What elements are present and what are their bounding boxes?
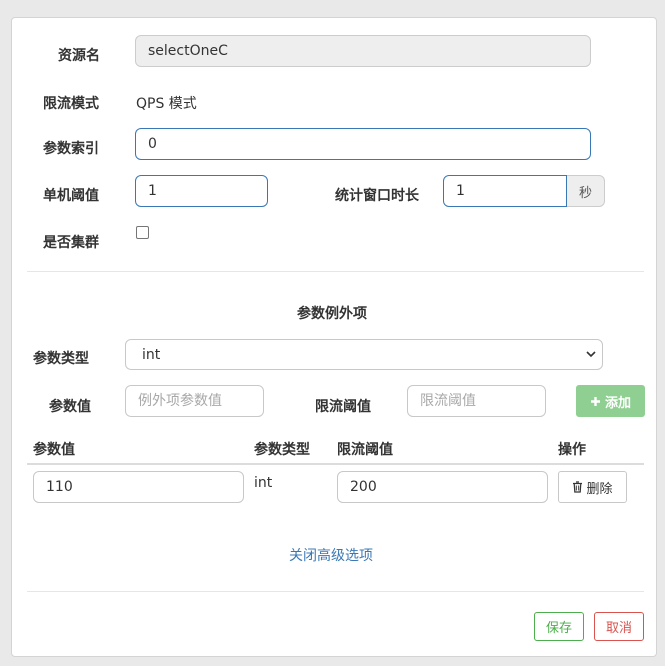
param-type-select[interactable]: int (125, 339, 603, 370)
divider-top (27, 271, 644, 272)
window-unit-addon: 秒 (567, 175, 605, 207)
toggle-advanced-link[interactable]: 关闭高级选项 (289, 545, 373, 565)
param-value-label: 参数值 (49, 399, 91, 415)
add-exception-button[interactable]: 添加 (576, 385, 645, 417)
param-value-input[interactable] (125, 385, 264, 417)
table-header-value: 参数值 (33, 442, 75, 458)
single-threshold-label: 单机阈值 (43, 188, 99, 204)
window-duration-input[interactable] (443, 175, 567, 207)
param-index-input[interactable] (135, 128, 591, 160)
plus-icon (590, 396, 601, 407)
flow-mode-value: QPS 模式 (136, 96, 197, 112)
single-threshold-input[interactable] (135, 175, 268, 207)
chevron-down-icon (586, 349, 596, 359)
resource-name-label: 资源名 (58, 48, 100, 64)
table-row: int 删除 (27, 465, 644, 511)
row-param-type: int (254, 475, 273, 491)
save-button[interactable]: 保存 (534, 612, 584, 641)
table-header-action: 操作 (558, 442, 586, 458)
param-index-label: 参数索引 (43, 141, 99, 157)
trash-icon (572, 481, 583, 493)
row-param-value-input[interactable] (33, 471, 244, 503)
exception-threshold-input[interactable] (407, 385, 546, 417)
flow-mode-label: 限流模式 (43, 96, 99, 112)
param-type-label: 参数类型 (33, 351, 89, 367)
table-header-type: 参数类型 (254, 442, 310, 458)
resource-name-input (135, 35, 591, 67)
cancel-button[interactable]: 取消 (594, 612, 644, 641)
divider-bottom (27, 591, 644, 592)
exceptions-section-title: 参数例外项 (297, 306, 367, 322)
delete-row-label: 删除 (586, 481, 613, 497)
window-duration-label: 统计窗口时长 (335, 188, 419, 204)
table-header-threshold: 限流阈值 (337, 442, 393, 458)
delete-row-button[interactable]: 删除 (558, 471, 627, 503)
add-exception-label: 添加 (604, 395, 631, 411)
param-type-selected: int (142, 346, 161, 363)
cluster-checkbox[interactable] (136, 226, 149, 239)
cluster-label: 是否集群 (43, 235, 99, 251)
flow-rule-dialog: 资源名 限流模式 QPS 模式 参数索引 单机阈值 统计窗口时长 秒 是否集群 … (11, 17, 657, 657)
exception-threshold-label: 限流阈值 (315, 399, 371, 415)
row-threshold-input[interactable] (337, 471, 548, 503)
